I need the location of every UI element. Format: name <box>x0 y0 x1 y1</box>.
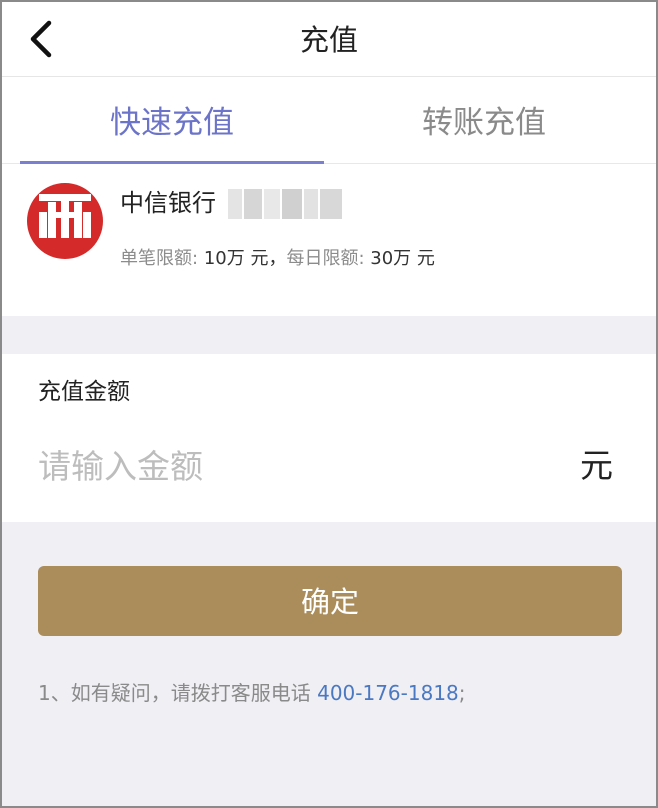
citic-bank-logo <box>27 183 103 259</box>
help-notice-text: 1、如有疑问，请拨打客服电话 <box>38 681 318 705</box>
blurred-account-number <box>228 189 346 219</box>
help-notice-suffix: ; <box>458 681 466 705</box>
amount-section: 充值金额 元 <box>2 354 656 522</box>
phone-screen: 充值 快速充值 转账充值 中信银行 单笔限额: 10万 元，每日限额: 30万 <box>0 0 658 808</box>
bank-limits: 单笔限额: 10万 元，每日限额: 30万 元 <box>120 246 435 272</box>
nav-header: 充值 <box>2 2 656 77</box>
amount-input[interactable] <box>38 440 558 492</box>
tab-quick-recharge[interactable]: 快速充值 <box>20 77 324 163</box>
help-notice: 1、如有疑问，请拨打客服电话 400-176-1818; <box>38 678 466 708</box>
single-limit-label: 单笔限额: <box>120 248 199 269</box>
daily-limit-label: 每日限额: <box>286 248 365 269</box>
service-phone-link[interactable]: 400-176-1818 <box>317 681 459 705</box>
confirm-button[interactable]: 确定 <box>38 566 622 636</box>
single-limit-value: 10万 元 <box>203 248 269 269</box>
page-title: 充值 <box>299 23 358 57</box>
bank-name: 中信银行 <box>120 189 216 217</box>
currency-unit: 元 <box>580 446 613 485</box>
bank-card-row[interactable]: 中信银行 单笔限额: 10万 元，每日限额: 30万 元 <box>2 164 656 316</box>
daily-limit-value: 30万 元 <box>370 248 435 269</box>
amount-label: 充值金额 <box>38 379 130 405</box>
tab-bar: 快速充值 转账充值 <box>2 77 656 164</box>
tab-transfer-recharge[interactable]: 转账充值 <box>332 77 636 163</box>
limit-separator: ， <box>268 248 287 269</box>
